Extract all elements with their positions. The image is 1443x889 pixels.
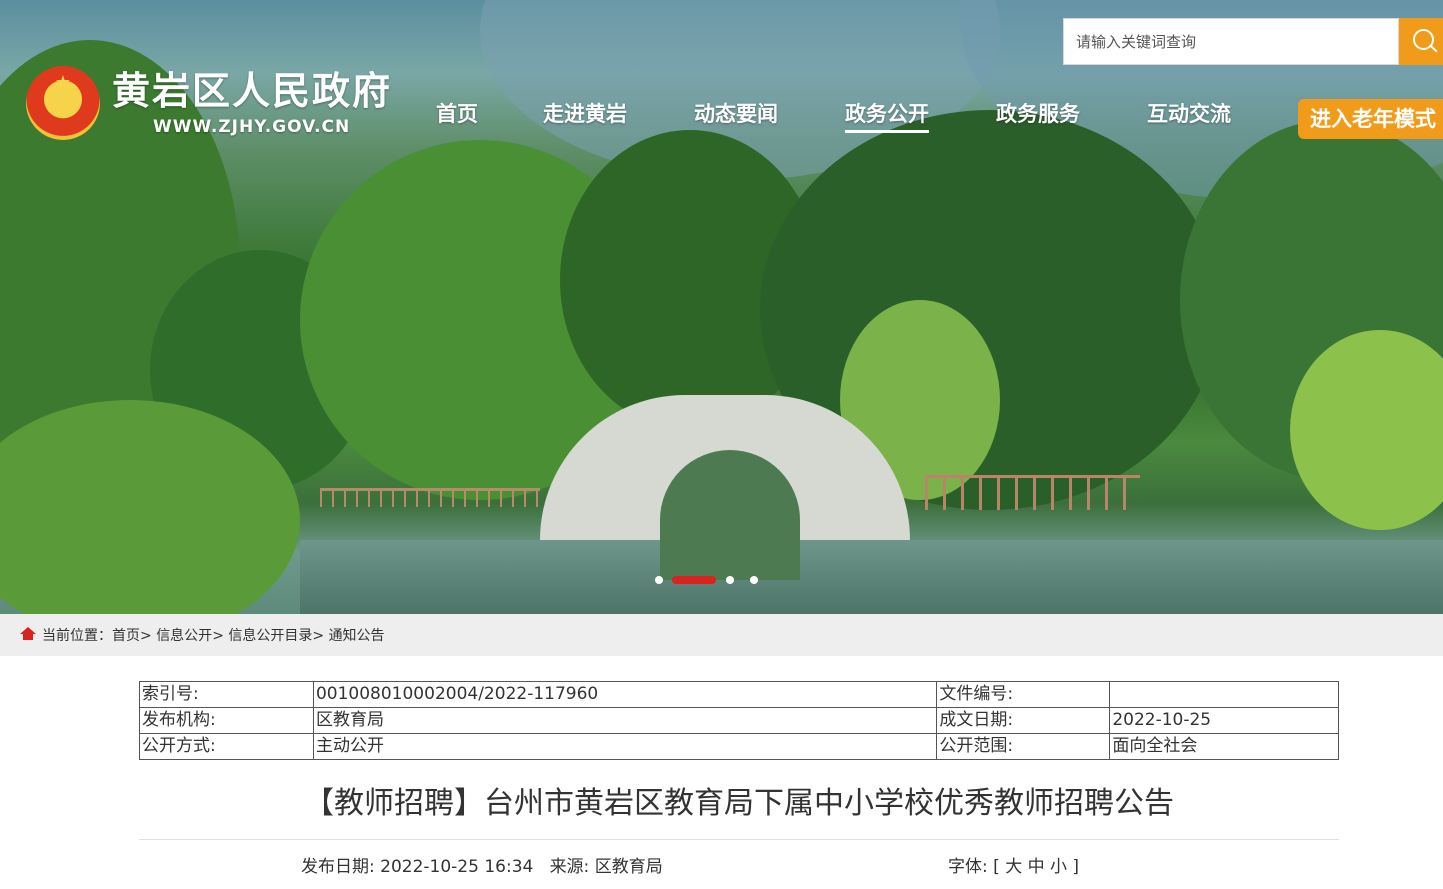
slider-dot[interactable] — [750, 576, 758, 584]
meta-key: 公开范围: — [936, 733, 1111, 760]
slider-dot-active[interactable] — [672, 576, 716, 584]
title-divider — [139, 839, 1339, 840]
article-title: 【教师招聘】台州市黄岩区教育局下属中小学校优秀教师招聘公告 — [304, 786, 1174, 821]
font-size-label: 字体: — [948, 857, 988, 877]
home-icon — [20, 627, 36, 641]
meta-key: 成文日期: — [936, 707, 1111, 734]
slider-dot[interactable] — [726, 576, 734, 584]
table-row: 发布机构: 区教育局 成文日期: 2022-10-25 — [139, 707, 1339, 734]
breadcrumb-info-open[interactable]: 信息公开 — [156, 628, 212, 644]
breadcrumb-bar: 当前位置：首页> 信息公开> 信息公开目录> 通知公告 — [0, 614, 1443, 656]
meta-value: 面向全社会 — [1109, 733, 1339, 760]
source-value: 区教育局 — [594, 857, 663, 877]
main-nav: 首页 走进黄岩 动态要闻 政务公开 政务服务 互动交流 — [0, 98, 1443, 138]
breadcrumb-separator: > — [212, 628, 224, 644]
meta-key: 文件编号: — [936, 681, 1111, 708]
meta-value — [1109, 681, 1339, 708]
publish-info: 发布日期: 2022-10-25 16:34 来源: 区教育局 — [301, 855, 663, 879]
document-meta-table: 索引号: 001008010002004/2022-117960 文件编号: 发… — [139, 681, 1339, 760]
font-bracket-close: ] — [1072, 857, 1080, 877]
font-size-small-button[interactable]: 小 — [1050, 857, 1067, 877]
meta-value: 主动公开 — [312, 733, 938, 760]
meta-key: 公开方式: — [139, 733, 314, 760]
nav-item-gov-affairs-open[interactable]: 政务公开 — [845, 98, 929, 133]
publish-date: 2022-10-25 16:34 — [380, 857, 534, 877]
font-size-large-button[interactable]: 大 — [1005, 857, 1022, 877]
nav-item-news[interactable]: 动态要闻 — [694, 98, 778, 130]
font-bracket-open: [ — [993, 857, 1000, 877]
nav-item-interaction[interactable]: 互动交流 — [1147, 98, 1231, 130]
nav-item-gov-services[interactable]: 政务服务 — [996, 98, 1080, 130]
search-box — [1063, 18, 1399, 65]
search-button[interactable] — [1399, 18, 1443, 65]
meta-value: 2022-10-25 — [1109, 707, 1339, 734]
table-row: 公开方式: 主动公开 公开范围: 面向全社会 — [139, 733, 1339, 760]
nav-item-about-huangyan[interactable]: 走进黄岩 — [543, 98, 627, 130]
breadcrumb-home[interactable]: 首页 — [112, 628, 140, 644]
breadcrumb-separator: > — [312, 628, 325, 644]
elder-mode-button[interactable]: 进入老年模式 — [1298, 99, 1443, 139]
search-input[interactable] — [1064, 19, 1398, 64]
slider-dot[interactable] — [655, 576, 663, 584]
source-label: 来源: — [549, 857, 595, 877]
meta-key: 发布机构: — [139, 707, 314, 734]
breadcrumb-separator: > — [140, 628, 152, 644]
meta-value: 001008010002004/2022-117960 — [312, 681, 938, 708]
font-size-control: 字体: [ 大 中 小 ] — [948, 855, 1079, 879]
nav-item-home[interactable]: 首页 — [436, 98, 478, 130]
font-size-medium-button[interactable]: 中 — [1028, 857, 1045, 877]
meta-key: 索引号: — [139, 681, 314, 708]
publish-date-label: 发布日期: — [301, 857, 381, 877]
table-row: 索引号: 001008010002004/2022-117960 文件编号: — [139, 681, 1339, 708]
breadcrumb-info-catalog[interactable]: 信息公开目录 — [228, 628, 312, 644]
breadcrumb-prefix: 当前位置： — [42, 628, 112, 644]
breadcrumb-notices[interactable]: 通知公告 — [329, 628, 385, 644]
breadcrumb: 当前位置：首页> 信息公开> 信息公开目录> 通知公告 — [42, 626, 385, 646]
meta-value: 区教育局 — [312, 707, 938, 734]
slider-dots — [655, 575, 765, 585]
